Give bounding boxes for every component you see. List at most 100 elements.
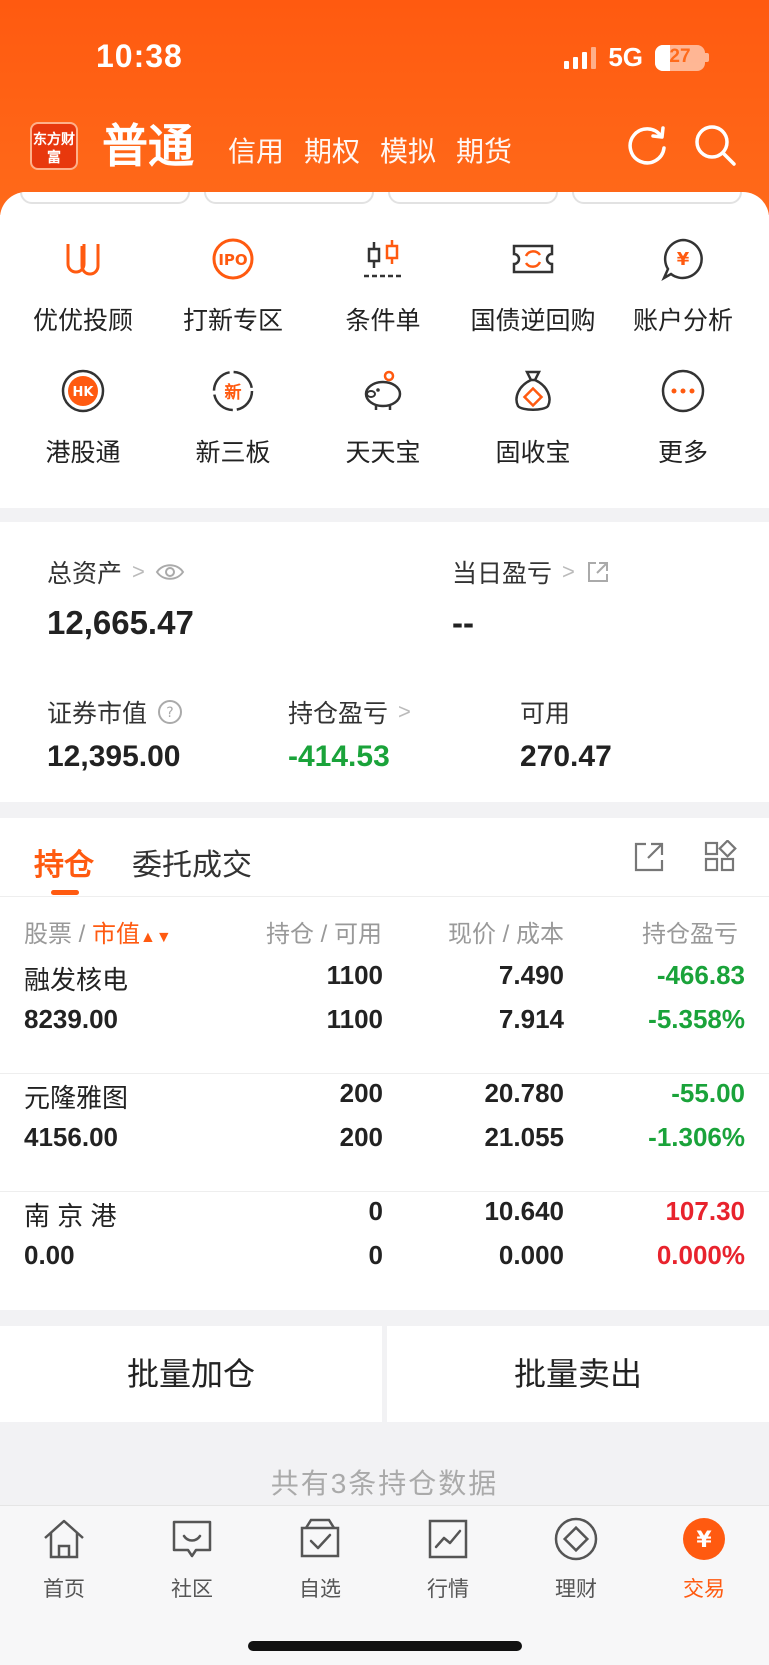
quick-action-label: 优优投顾	[32, 307, 133, 335]
column-header-pl: 持仓盈亏	[642, 914, 748, 949]
positions-card: 持仓 委托成交 股票 / 市值▲▼ 持仓 / 可用 现价 / 成本 持仓盈亏 融…	[0, 818, 769, 1310]
holding-pl-value: -414.53	[288, 740, 390, 773]
holding-pl-label-text: 持仓盈亏	[288, 700, 389, 728]
total-assets-label-text: 总资产	[47, 560, 123, 588]
market-chart-icon	[428, 1519, 468, 1559]
nav-label: 自选	[299, 1578, 341, 1601]
chevron-right-icon: >	[398, 699, 411, 724]
eye-icon[interactable]	[155, 561, 185, 583]
current-price: 20.780	[484, 1078, 564, 1108]
more-dots-icon	[661, 369, 705, 413]
quick-action-new-third-board[interactable]: 新 新三板	[158, 368, 308, 469]
holding-pl-label[interactable]: 持仓盈亏 >	[288, 694, 411, 730]
nav-trade[interactable]: ¥ 交易	[640, 1516, 768, 1603]
tab-positions[interactable]: 持仓	[34, 840, 94, 884]
quick-action-ipo[interactable]: IPO 打新专区	[158, 236, 308, 337]
position-row[interactable]: 融发核电 8239.00 1100 1100 7.490 7.914 -466.…	[0, 956, 769, 1074]
quick-action-advisor[interactable]: 优优投顾	[8, 236, 158, 337]
position-row[interactable]: 元隆雅图 4156.00 200 200 20.780 21.055 -55.0…	[0, 1074, 769, 1192]
positions-count-note: 共有3条持仓数据	[270, 1468, 499, 1499]
quick-action-more[interactable]: 更多	[608, 368, 758, 469]
trade-yen-icon: ¥	[683, 1518, 725, 1560]
tab-normal[interactable]: 普通	[102, 118, 194, 174]
quick-action-fixed-income[interactable]: 固收宝	[458, 368, 608, 469]
total-assets-value: 12,665.47	[47, 604, 194, 641]
scrolled-shortcut-row	[20, 192, 742, 204]
total-assets-label[interactable]: 总资产 >	[47, 554, 185, 590]
tab-futures[interactable]: 期货	[456, 132, 512, 174]
home-indicator[interactable]	[248, 1641, 522, 1651]
position-row[interactable]: 南 京 港 0.00 0 0 10.640 0.000 107.30 0.000…	[0, 1192, 769, 1310]
daily-pl-value: --	[452, 604, 474, 641]
position-pl-pct: -5.358%	[648, 1004, 745, 1034]
nav-wealth[interactable]: 理财	[512, 1516, 640, 1603]
candlestick-icon	[364, 240, 402, 278]
quick-action-label: 条件单	[345, 307, 421, 335]
watchlist-icon	[300, 1518, 340, 1558]
app-header: 10:38 5G 27 东方财富 普通 信用 期权 模拟 期货	[0, 0, 769, 215]
ipo-icon: IPO	[212, 238, 254, 280]
nav-market[interactable]: 行情	[384, 1516, 512, 1603]
stock-name: 元隆雅图	[24, 1083, 129, 1113]
battery-level: 27	[669, 45, 691, 67]
position-pl: 107.30	[665, 1196, 745, 1226]
nav-home[interactable]: 首页	[0, 1516, 128, 1603]
advisor-icon	[66, 244, 100, 276]
available-qty: 200	[339, 1122, 383, 1152]
position-pl-pct: -1.306%	[648, 1122, 745, 1152]
daily-pl-label[interactable]: 当日盈亏 >	[452, 554, 611, 590]
network-type: 5G	[608, 42, 643, 72]
col-price-text: 现价	[448, 921, 496, 948]
column-header-stock[interactable]: 股票 / 市值▲▼	[24, 914, 172, 949]
quick-action-conditional-order[interactable]: 条件单	[308, 236, 458, 337]
home-icon	[44, 1519, 84, 1559]
hk-icon: HK	[61, 369, 105, 413]
nav-label: 首页	[43, 1578, 85, 1601]
help-icon[interactable]: ?	[157, 699, 183, 725]
current-price: 7.490	[498, 960, 564, 990]
nav-label: 行情	[427, 1578, 469, 1601]
quick-actions-card: 优优投顾 IPO 打新专区 条件单 国债逆回购 ¥ 账户分析 HK 港股通 新 …	[0, 192, 769, 508]
stock-name: 南 京 港	[24, 1201, 117, 1231]
share-external-icon[interactable]	[585, 559, 611, 585]
tab-options[interactable]: 期权	[304, 132, 360, 174]
tab-orders-trades[interactable]: 委托成交	[132, 840, 252, 884]
col-stock-text: 股票	[24, 921, 72, 948]
layout-grid-icon[interactable]	[703, 840, 737, 874]
col-pl-text: 持仓盈亏	[642, 921, 738, 948]
quick-action-hk-connect[interactable]: HK 港股通	[8, 368, 158, 469]
batch-add-button[interactable]: 批量加仓	[0, 1326, 382, 1422]
quick-action-label: 天天宝	[345, 439, 421, 467]
tab-credit[interactable]: 信用	[228, 132, 284, 174]
nav-community[interactable]: 社区	[128, 1516, 256, 1603]
market-value-label-text: 证券市值	[47, 700, 148, 728]
svg-text:¥: ¥	[696, 1528, 712, 1553]
batch-sell-button[interactable]: 批量卖出	[387, 1326, 769, 1422]
status-time: 10:38	[96, 38, 183, 74]
quick-action-reverse-repo[interactable]: 国债逆回购	[458, 236, 608, 337]
share-external-icon[interactable]	[632, 840, 666, 874]
svg-text:新: 新	[225, 382, 242, 403]
quick-action-label: 更多	[657, 439, 708, 467]
nav-label: 社区	[171, 1578, 213, 1601]
quick-action-label: 国债逆回购	[470, 307, 596, 335]
refresh-icon[interactable]	[624, 122, 670, 168]
available-label-text: 可用	[520, 700, 571, 728]
nav-watchlist[interactable]: 自选	[256, 1516, 384, 1603]
app-logo: 东方财富	[30, 122, 78, 170]
chevron-right-icon: >	[132, 559, 145, 584]
nav-label: 交易	[683, 1578, 725, 1601]
chevron-right-icon: >	[562, 559, 575, 584]
cost-price: 7.914	[498, 1004, 564, 1034]
search-icon[interactable]	[692, 122, 738, 168]
tab-simulation[interactable]: 模拟	[380, 132, 436, 174]
col-hold-text: 持仓	[266, 921, 314, 948]
available-qty: 0	[368, 1240, 383, 1270]
holding-qty: 0	[368, 1196, 383, 1226]
market-value-label[interactable]: 证券市值 ?	[47, 694, 183, 730]
cost-price: 21.055	[484, 1122, 564, 1152]
stock-market-value: 4156.00	[24, 1122, 118, 1152]
quick-action-label: 固收宝	[495, 439, 571, 467]
quick-action-account-analysis[interactable]: ¥ 账户分析	[608, 236, 758, 337]
quick-action-tiantianbao[interactable]: 天天宝	[308, 368, 458, 469]
